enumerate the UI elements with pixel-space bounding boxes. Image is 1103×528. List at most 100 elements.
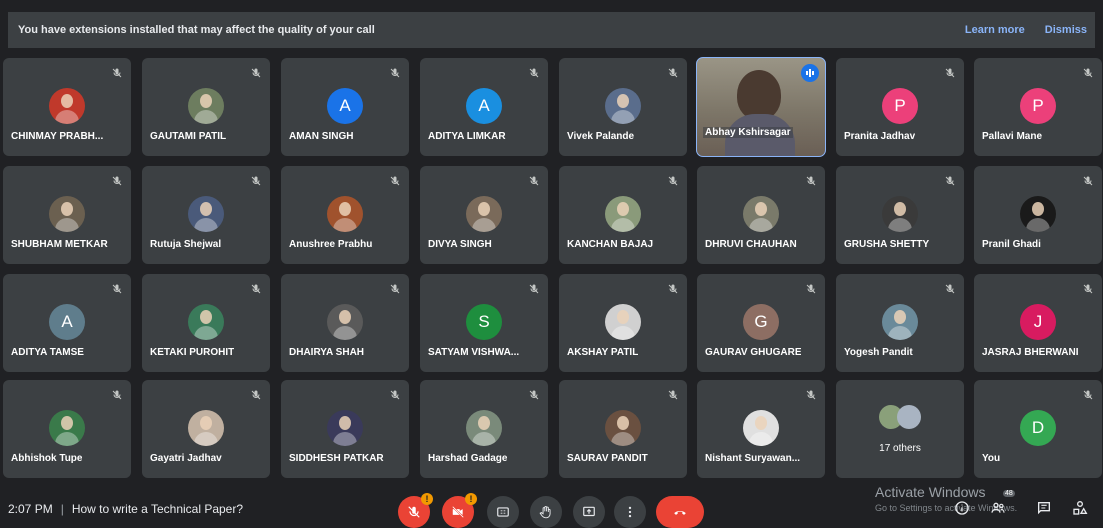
participant-name: Gayatri Jadhav xyxy=(150,453,222,464)
participant-tile[interactable]: CHINMAY PRABH... xyxy=(3,58,131,156)
participant-tile[interactable]: 17 others xyxy=(836,380,964,478)
mic-off-icon xyxy=(111,388,123,400)
participant-name: You xyxy=(982,453,1001,464)
participant-tile[interactable]: Nishant Suryawan... xyxy=(697,380,825,478)
avatar-initial: A xyxy=(49,304,85,340)
participant-tile[interactable]: Pranil Ghadi xyxy=(974,166,1102,264)
participant-name: KANCHAN BAJAJ xyxy=(567,239,654,250)
participant-tile[interactable]: Vivek Palande xyxy=(559,58,687,156)
participant-name: DHAIRYA SHAH xyxy=(289,347,365,358)
participant-name: KETAKI PUROHIT xyxy=(150,347,235,358)
mic-off-icon xyxy=(389,174,401,186)
mic-off-icon xyxy=(250,174,262,186)
avatar-initial-letter: G xyxy=(754,312,768,331)
mic-off-icon xyxy=(250,282,262,294)
closed-captions-icon xyxy=(497,507,509,517)
participant-name: Harshad Gadage xyxy=(428,453,508,464)
participant-tile[interactable]: A AMAN SINGH xyxy=(281,58,409,156)
participant-tile[interactable]: DHRUVI CHAUHAN xyxy=(697,166,825,264)
mic-off-icon xyxy=(250,388,262,400)
participant-tile[interactable]: GRUSHA SHETTY xyxy=(836,166,964,264)
participant-tile[interactable]: G GAURAV GHUGARE xyxy=(697,274,825,372)
participant-tile[interactable]: Gayatri Jadhav xyxy=(142,380,270,478)
participant-tile[interactable]: DIVYA SINGH xyxy=(420,166,548,264)
participant-tile[interactable]: Harshad Gadage xyxy=(420,380,548,478)
dismiss-button[interactable]: Dismiss xyxy=(1045,24,1087,36)
end-call-icon xyxy=(674,510,686,515)
raise-hand-button[interactable] xyxy=(530,496,562,528)
participant-tile[interactable]: P Pranita Jadhav xyxy=(836,58,964,156)
participant-name: Vivek Palande xyxy=(567,131,635,142)
participant-name: GAUTAMI PATIL xyxy=(150,131,227,142)
people-button[interactable] xyxy=(988,498,1008,518)
participant-tile[interactable]: Anushree Prabhu xyxy=(281,166,409,264)
participant-name: AKSHAY PATIL xyxy=(567,347,639,358)
participant-tile[interactable]: D You xyxy=(974,380,1102,478)
others-avatars xyxy=(878,404,922,430)
participant-tile[interactable]: AKSHAY PATIL xyxy=(559,274,687,372)
activities-button[interactable] xyxy=(1070,498,1090,518)
participant-name: ADITYA TAMSE xyxy=(11,347,84,358)
mic-off-icon xyxy=(111,66,123,78)
participant-tile[interactable]: P Pallavi Mane xyxy=(974,58,1102,156)
people-icon xyxy=(991,502,1005,513)
meeting-details-button[interactable] xyxy=(952,498,972,518)
avatar-initial-letter: P xyxy=(1032,96,1044,115)
participant-name: CHINMAY PRABH... xyxy=(11,131,104,142)
participant-tile[interactable]: SHUBHAM METKAR xyxy=(3,166,131,264)
mic-off-icon xyxy=(389,282,401,294)
participant-tile[interactable]: SAURAV PANDIT xyxy=(559,380,687,478)
avatar-photo xyxy=(327,196,363,232)
participant-name: Nishant Suryawan... xyxy=(705,453,801,464)
participant-tile[interactable]: J JASRAJ BHERWANI xyxy=(974,274,1102,372)
mic-off-icon xyxy=(805,282,817,294)
participant-tile[interactable]: Abhishok Tupe xyxy=(3,380,131,478)
participant-tile[interactable]: KETAKI PUROHIT xyxy=(142,274,270,372)
present-screen-button[interactable] xyxy=(573,496,605,528)
avatar-photo xyxy=(188,304,224,340)
participant-tile[interactable]: Abhay Kshirsagar xyxy=(696,57,826,157)
mic-toggle-button[interactable]: ! xyxy=(398,493,433,528)
mic-off-icon xyxy=(408,506,420,518)
avatar-photo xyxy=(605,304,641,340)
meeting-title[interactable]: How to write a Technical Paper? xyxy=(72,502,243,516)
avatar-initial-letter: A xyxy=(339,96,351,115)
mic-off-icon xyxy=(944,282,956,294)
participant-tile[interactable]: KANCHAN BAJAJ xyxy=(559,166,687,264)
participant-name: SATYAM VISHWA... xyxy=(428,347,520,358)
mic-off-icon xyxy=(667,66,679,78)
leave-call-button[interactable] xyxy=(656,496,704,528)
camera-warning-badge: ! xyxy=(465,493,477,505)
avatar-initial-letter: A xyxy=(61,312,73,331)
participant-name: Abhay Kshirsagar xyxy=(703,127,793,138)
participant-tile[interactable]: DHAIRYA SHAH xyxy=(281,274,409,372)
participant-tile[interactable]: Yogesh Pandit xyxy=(836,274,964,372)
people-count-badge: 48 xyxy=(1003,490,1015,497)
participant-tile[interactable]: A ADITYA LIMKAR xyxy=(420,58,548,156)
avatar-photo xyxy=(466,196,502,232)
captions-button[interactable] xyxy=(487,496,519,528)
camera-toggle-button[interactable]: ! xyxy=(442,493,477,528)
participant-tile[interactable]: S SATYAM VISHWA... xyxy=(420,274,548,372)
avatar-initial: A xyxy=(327,88,363,124)
mic-off-icon xyxy=(805,388,817,400)
avatar-initial: S xyxy=(466,304,502,340)
participant-name: Pranil Ghadi xyxy=(982,239,1041,250)
avatar-photo xyxy=(49,88,85,124)
chat-button[interactable] xyxy=(1034,498,1054,518)
participant-tile[interactable]: Rutuja Shejwal xyxy=(142,166,270,264)
participant-name: GAURAV GHUGARE xyxy=(705,347,802,358)
present-screen-icon xyxy=(583,506,595,517)
participant-tile[interactable]: GAUTAMI PATIL xyxy=(142,58,270,156)
participant-tile[interactable]: SIDDHESH PATKAR xyxy=(281,380,409,478)
avatar-photo xyxy=(188,196,224,232)
avatar-initial: P xyxy=(1020,88,1056,124)
more-options-button[interactable] xyxy=(614,496,646,528)
learn-more-link[interactable]: Learn more xyxy=(965,24,1025,36)
mic-off-icon xyxy=(667,174,679,186)
avatar-photo xyxy=(605,196,641,232)
mic-off-icon xyxy=(1082,174,1094,186)
participant-tile[interactable]: A ADITYA TAMSE xyxy=(3,274,131,372)
avatar-photo xyxy=(327,304,363,340)
participant-name: AMAN SINGH xyxy=(289,131,354,142)
